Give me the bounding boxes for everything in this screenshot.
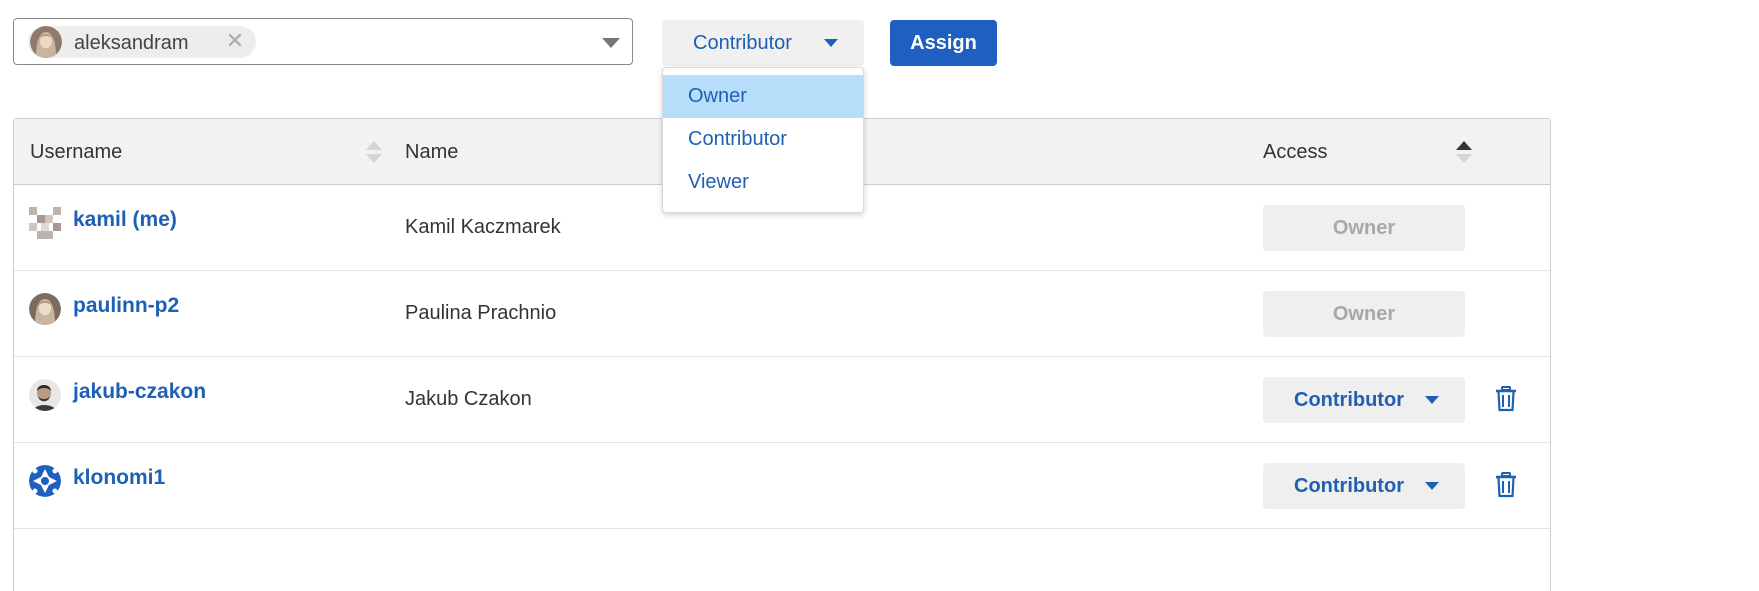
full-name: Kamil Kaczmarek <box>405 216 561 238</box>
trash-icon[interactable] <box>1494 386 1518 412</box>
menu-item-owner[interactable]: Owner <box>663 75 863 118</box>
table-row: klonomi1 Contributor <box>14 443 1550 529</box>
access-role-label: Contributor <box>1294 389 1404 411</box>
table-row: jakub-czakon Jakub Czakon Contributor <box>14 357 1550 443</box>
role-select[interactable]: Contributor <box>662 20 864 66</box>
access-role-label: Owner <box>1332 303 1396 325</box>
menu-item-contributor[interactable]: Contributor <box>663 118 863 161</box>
selected-user-name: aleksandram <box>74 32 189 54</box>
user-avatar-icon <box>30 26 62 58</box>
trash-icon[interactable] <box>1494 472 1518 498</box>
sort-icon[interactable] <box>1456 141 1472 165</box>
full-name: Paulina Prachnio <box>405 302 557 324</box>
role-dropdown-menu: Owner Contributor Viewer <box>662 67 864 213</box>
username-link[interactable]: klonomi1 <box>73 466 165 490</box>
table-row: paulinn-p2 Paulina Prachnio Owner <box>14 271 1550 357</box>
assign-button[interactable]: Assign <box>890 20 997 66</box>
access-role-badge: Owner <box>1263 291 1465 337</box>
chevron-down-icon <box>1425 396 1439 404</box>
access-role-label: Owner <box>1332 217 1396 239</box>
column-header-name: Name <box>405 141 459 163</box>
chevron-down-icon[interactable] <box>602 38 620 48</box>
access-role-badge: Owner <box>1263 205 1465 251</box>
pixel-avatar-icon <box>29 207 61 239</box>
role-select-value: Contributor <box>693 32 792 54</box>
pattern-avatar-icon <box>29 465 61 497</box>
user-select-input[interactable]: aleksandram ✕ <box>13 18 633 65</box>
selected-user-chip: aleksandram ✕ <box>28 26 256 58</box>
sort-icon[interactable] <box>366 141 382 165</box>
chevron-down-icon <box>1425 482 1439 490</box>
column-header-access[interactable]: Access <box>1263 141 1327 164</box>
access-role-label: Contributor <box>1294 475 1404 497</box>
access-role-dropdown[interactable]: Contributor <box>1263 463 1465 509</box>
username-link[interactable]: kamil (me) <box>73 208 177 232</box>
remove-user-icon[interactable]: ✕ <box>224 29 246 53</box>
username-link[interactable]: paulinn-p2 <box>73 294 179 318</box>
user-avatar-icon <box>29 379 61 411</box>
username-link[interactable]: jakub-czakon <box>73 380 206 404</box>
access-role-dropdown[interactable]: Contributor <box>1263 377 1465 423</box>
chevron-down-icon <box>824 39 838 47</box>
user-avatar-icon <box>29 293 61 325</box>
menu-item-viewer[interactable]: Viewer <box>663 161 863 204</box>
column-header-username[interactable]: Username <box>30 141 122 164</box>
full-name: Jakub Czakon <box>405 388 532 410</box>
